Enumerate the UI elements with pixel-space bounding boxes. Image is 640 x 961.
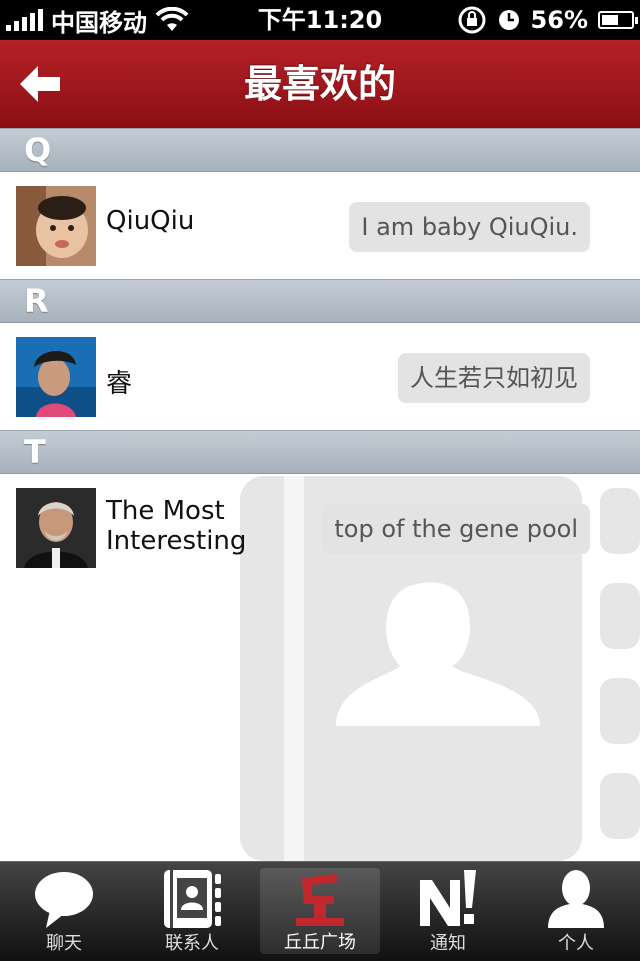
contact-name: 睿 xyxy=(106,369,133,399)
tab-label: 聊天 xyxy=(46,933,82,954)
tab-qiu-square[interactable]: 丘丘广场 xyxy=(260,868,380,954)
avatar xyxy=(16,186,96,266)
battery-icon xyxy=(598,11,638,29)
section-letter: R xyxy=(24,282,49,320)
rotation-lock-icon xyxy=(458,6,486,34)
status-right-group: 56% xyxy=(457,0,638,40)
notification-icon xyxy=(420,870,476,926)
page-title: 最喜欢的 xyxy=(243,62,396,106)
contact-status: I am baby QiuQiu. xyxy=(349,202,590,252)
contacts-book-icon xyxy=(164,870,221,928)
contact-name: QiuQiu xyxy=(106,206,195,236)
battery-percent: 56% xyxy=(530,6,588,34)
qiu-square-icon xyxy=(296,874,344,926)
contact-status: 人生若只如初见 xyxy=(398,353,590,403)
tab-label: 个人 xyxy=(558,933,594,954)
section-letter: T xyxy=(24,433,46,471)
contact-row-rui[interactable]: 睿 人生若只如初见 xyxy=(0,323,640,431)
contact-row-qiuqiu[interactable]: QiuQiu I am baby QiuQiu. xyxy=(0,172,640,280)
section-header-r: R xyxy=(0,279,640,323)
tab-profile[interactable]: 个人 xyxy=(512,862,640,961)
section-header-t: T xyxy=(0,430,640,474)
section-letter: Q xyxy=(24,131,52,169)
alarm-clock-icon xyxy=(498,10,519,30)
tab-chat[interactable]: 聊天 xyxy=(0,862,128,961)
contact-status: top of the gene pool xyxy=(322,504,590,554)
tab-notifications[interactable]: 通知 xyxy=(384,862,512,961)
avatar xyxy=(16,488,96,568)
tab-label: 丘丘广场 xyxy=(284,932,356,953)
tab-bar: 聊天 联系人 丘丘广场 通知 个人 xyxy=(0,861,640,961)
section-header-q: Q xyxy=(0,128,640,172)
navigation-bar: 最喜欢的 xyxy=(0,40,640,129)
status-bar: 中国移动 下午11:20 56% xyxy=(0,0,640,40)
tab-label: 通知 xyxy=(430,933,466,954)
avatar xyxy=(16,337,96,417)
tab-label: 联系人 xyxy=(165,933,219,954)
tab-contacts[interactable]: 联系人 xyxy=(128,862,256,961)
person-icon xyxy=(548,870,604,928)
contact-name: The Most Interesting xyxy=(106,496,247,556)
chat-bubble-icon xyxy=(35,872,93,928)
battery-fill xyxy=(602,15,618,25)
contact-row-most-interesting[interactable]: The Most Interesting top of the gene poo… xyxy=(0,474,640,581)
